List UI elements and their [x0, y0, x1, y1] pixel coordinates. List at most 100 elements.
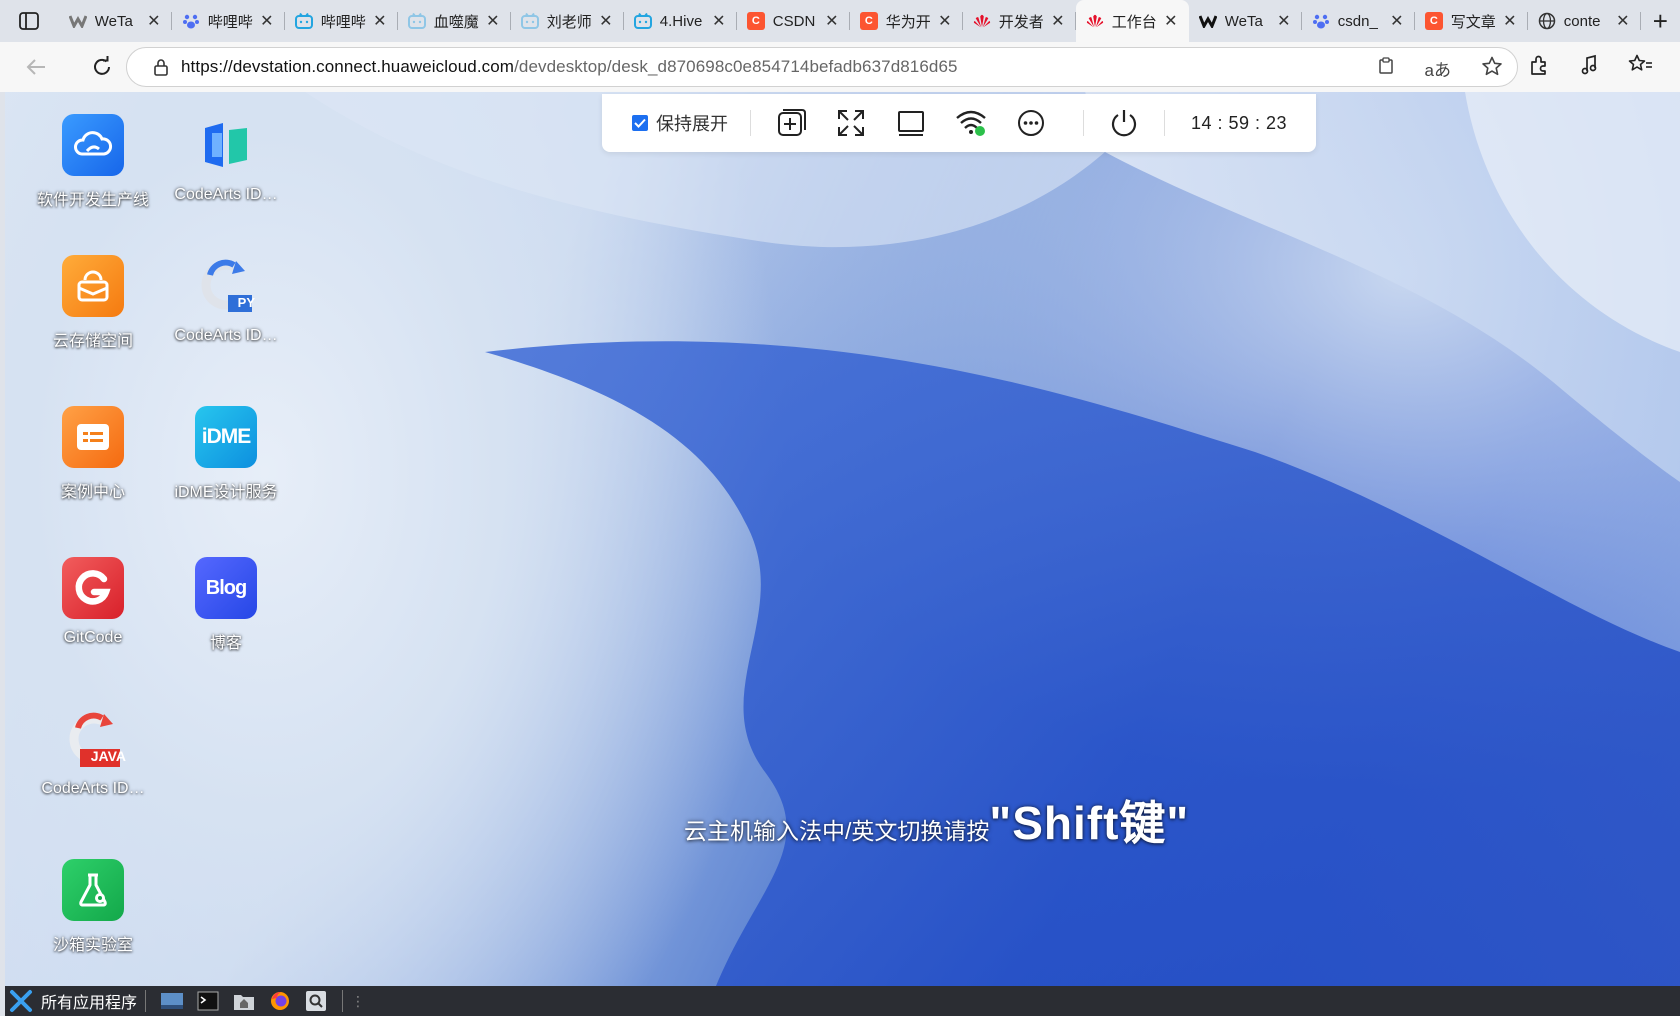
browser-tab[interactable]: csdn_ ✕ [1302, 0, 1415, 42]
firefox-icon[interactable] [267, 989, 293, 1013]
wifi-icon [956, 110, 986, 136]
start-menu-button[interactable]: 所有应用程序 [9, 989, 137, 1013]
bilibili-icon [407, 12, 426, 30]
tab-actions-button[interactable] [0, 0, 59, 42]
reading-view-icon[interactable] [1377, 56, 1395, 80]
desktop-icon-blog[interactable]: Blog 博客 [160, 557, 292, 653]
browser-tab[interactable]: 刘老师 ✕ [511, 0, 624, 42]
favorite-star-icon[interactable] [1481, 56, 1503, 81]
fullscreen-button[interactable] [833, 105, 869, 141]
taskbar-handle-icon[interactable]: ⋮ [351, 993, 365, 1010]
taskbar: 所有应用程序 ⋮ [5, 986, 1680, 1016]
lock-icon[interactable] [141, 58, 181, 76]
close-tab-icon[interactable]: ✕ [937, 11, 953, 31]
browser-tab[interactable]: 开发者 ✕ [963, 0, 1076, 42]
reload-icon [94, 56, 110, 75]
desktop-icon-codearts-python[interactable]: PY CodeArts ID… [160, 255, 292, 345]
more-options-button[interactable] [1013, 105, 1049, 141]
close-tab-icon[interactable]: ✕ [1615, 11, 1631, 31]
remote-desktop[interactable]: 软件开发生产线 CodeArts ID… 云存储空间 PY CodeArts I… [5, 92, 1680, 1016]
wallpaper [305, 92, 1680, 1016]
close-tab-icon[interactable]: ✕ [711, 11, 727, 31]
browser-tab[interactable]: conte ✕ [1528, 0, 1641, 42]
close-tab-icon[interactable]: ✕ [485, 11, 501, 31]
tab-title: 血噬魔 [433, 13, 479, 31]
tab-title: 工作台 [1111, 13, 1157, 31]
new-tab-button[interactable]: + [1641, 6, 1680, 37]
browser-tab[interactable]: WeTa ✕ [59, 0, 172, 42]
close-tab-icon[interactable]: ✕ [146, 11, 162, 31]
tab-title: 刘老师 [546, 13, 592, 31]
toolbar-separator [1164, 110, 1165, 136]
browser-tab[interactable]: 哔哩哔 ✕ [172, 0, 285, 42]
new-session-button[interactable] [773, 105, 809, 141]
desktop-icon-case-center[interactable]: 案例中心 [27, 406, 159, 502]
navigation-bar: https://devstation.connect.huaweicloud.c… [0, 42, 1680, 92]
close-tab-icon[interactable]: ✕ [1050, 11, 1066, 31]
desktop-icon-devcloud[interactable]: 软件开发生产线 [27, 114, 159, 210]
huawei-icon [973, 12, 991, 30]
tab-strip: WeTa ✕ 哔哩哔 ✕ 哔哩哔 ✕ 血噬魔 ✕ 刘老师 ✕ 4.Hive ✕ … [0, 0, 1680, 42]
music-note-icon[interactable] [1578, 54, 1600, 81]
desktop-icon-label: 沙箱实验室 [52, 937, 133, 954]
desktop-icon-sandbox-lab[interactable]: 沙箱实验室 [27, 859, 159, 955]
browser-tab[interactable]: 血噬魔 ✕ [398, 0, 511, 42]
browser-tab[interactable]: C 写文章 ✕ [1415, 0, 1528, 42]
close-tab-icon[interactable]: ✕ [1163, 11, 1179, 31]
keep-expanded-label: 保持展开 [656, 114, 728, 134]
tab-title: 写文章 [1450, 13, 1496, 31]
display-button[interactable] [893, 105, 929, 141]
network-status-button[interactable] [953, 105, 989, 141]
keep-expanded-checkbox[interactable]: 保持展开 [632, 110, 728, 136]
csdn-icon: C [1424, 12, 1443, 30]
bilibili-icon [520, 12, 539, 30]
baidu-paw-icon [182, 12, 200, 30]
desktop-icon-gitcode[interactable]: GitCode [27, 557, 159, 647]
idme-icon: iDME [195, 406, 257, 468]
close-tab-icon[interactable]: ✕ [1389, 11, 1405, 31]
desktop-icon-label: 案例中心 [60, 484, 125, 501]
ime-hint: 云主机输入法中/英文切换请按"Shift键" [684, 787, 1189, 853]
file-manager-icon[interactable] [231, 989, 257, 1013]
address-bar[interactable]: https://devstation.connect.huaweicloud.c… [126, 47, 1518, 87]
back-button[interactable] [12, 47, 60, 87]
blog-icon: Blog [195, 557, 257, 619]
close-tab-icon[interactable]: ✕ [259, 11, 275, 31]
app-finder-icon[interactable] [303, 989, 329, 1013]
desktop-icon-label: 云存储空间 [52, 333, 133, 350]
desktop-icon-label: GitCode [63, 629, 123, 646]
close-tab-icon[interactable]: ✕ [1276, 11, 1292, 31]
close-tab-icon[interactable]: ✕ [1502, 11, 1518, 31]
desktop-icon-codearts-ide[interactable]: CodeArts ID… [160, 114, 292, 204]
desktop-icon-idme[interactable]: iDME iDME设计服务 [160, 406, 292, 502]
browser-tab[interactable]: WeTa ✕ [1189, 0, 1302, 42]
extensions-icon[interactable] [1528, 54, 1550, 81]
tab-title: WeTa [1224, 12, 1263, 30]
globe-icon [1538, 12, 1556, 30]
desktop-icon-label: iDME设计服务 [174, 484, 278, 501]
browser-tab[interactable]: C CSDN ✕ [737, 0, 850, 42]
desktop-icon-codearts-java[interactable]: JAVA CodeArts ID… [27, 708, 159, 798]
browser-tab-active[interactable]: 工作台 ✕ [1075, 0, 1189, 42]
terminal-icon[interactable] [195, 989, 221, 1013]
tab-actions-icon [19, 12, 40, 30]
reload-button[interactable] [78, 47, 126, 87]
tab-title: WeTa [94, 12, 133, 30]
gitcode-icon [62, 557, 124, 619]
power-button[interactable] [1106, 105, 1142, 141]
show-desktop-icon[interactable] [159, 989, 185, 1013]
browser-tab[interactable]: C 华为开 ✕ [850, 0, 963, 42]
close-tab-icon[interactable]: ✕ [372, 11, 388, 31]
tab-title: CSDN [772, 12, 816, 30]
browser-tab[interactable]: 4.Hive ✕ [624, 0, 737, 42]
translate-icon[interactable]: aあ [1425, 56, 1451, 81]
close-tab-icon[interactable]: ✕ [824, 11, 840, 31]
cloud-dev-icon [62, 114, 124, 176]
collections-icon[interactable] [1628, 54, 1652, 81]
toolbar-separator [1083, 110, 1084, 136]
browser-tab[interactable]: 哔哩哔 ✕ [285, 0, 398, 42]
fullscreen-icon [838, 110, 864, 136]
power-icon [1111, 110, 1137, 137]
close-tab-icon[interactable]: ✕ [598, 11, 614, 31]
desktop-icon-cloud-storage[interactable]: 云存储空间 [27, 255, 159, 351]
